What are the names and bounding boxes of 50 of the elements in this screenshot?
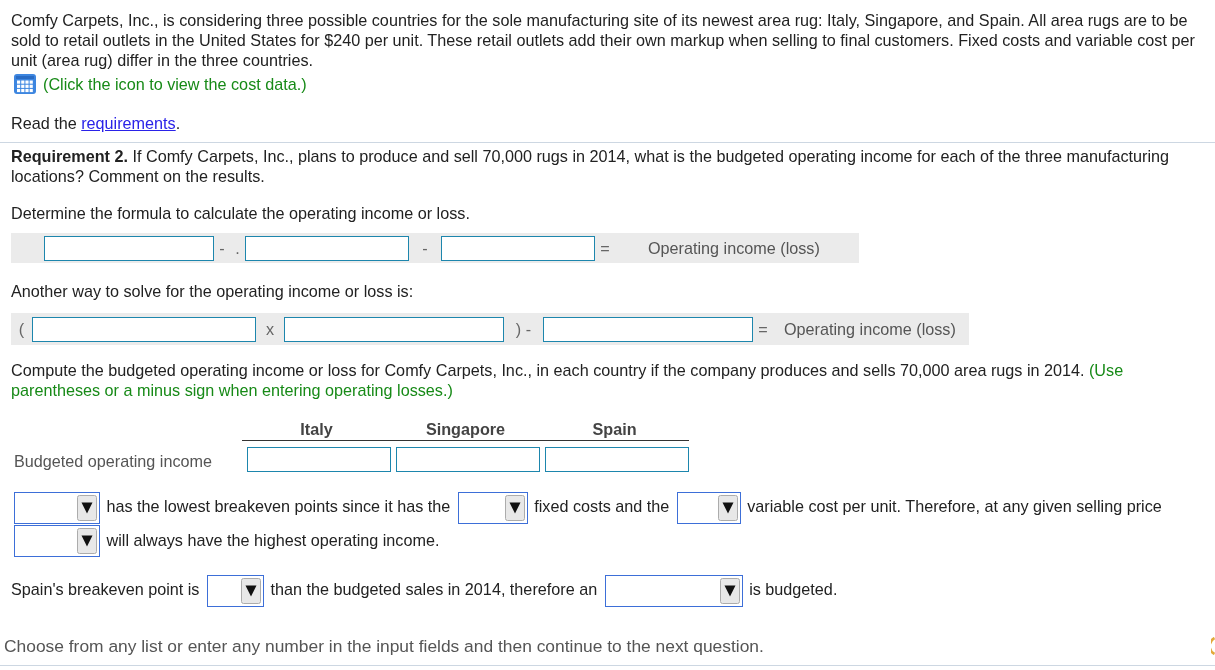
input-field[interactable] (247, 447, 391, 472)
column-header: Singapore (425, 419, 506, 439)
result-label: Operating income (loss) (784, 319, 956, 339)
requirements-link[interactable]: requirements (81, 114, 176, 132)
dropdown[interactable] (676, 491, 741, 524)
compute-instruction: Compute the budgeted operating income or loss for Comfy Carpets, Inc., in each country if the company produces and sells 70,000 area rugs in 2014. (Use parentheses or a minus sign when entering operating losses.) (11, 360, 1125, 400)
dropdown[interactable] (457, 491, 528, 524)
caret-down-icon (77, 528, 97, 555)
table-icon[interactable] (14, 74, 36, 94)
partial-ring-icon (1211, 637, 1215, 656)
operator-symbol: . (234, 238, 241, 258)
caret-down-icon (504, 494, 525, 521)
input-field[interactable] (44, 235, 214, 261)
statement-text: Spain's breakeven point is (11, 580, 200, 599)
statement-text: has the lowest breakeven points since it has the (106, 497, 451, 515)
caret-down-icon (240, 578, 261, 605)
input-field[interactable] (396, 447, 540, 472)
caret-down-icon (77, 494, 97, 521)
operator-symbol: ) - (514, 319, 533, 339)
footer-instruction: Choose from any list or enter any number in the input fields and then continue to the next question. (4, 636, 764, 657)
operator-symbol: - (421, 238, 429, 258)
statement-text: will always have the highest operating income. (106, 530, 440, 549)
input-field[interactable] (32, 316, 256, 342)
statement-text: is budgeted. (749, 580, 838, 599)
input-field[interactable] (543, 316, 753, 342)
operator-symbol: = (599, 238, 611, 258)
row-label: Budgeted operating income (14, 451, 212, 471)
statement-text: variable cost per unit. Therefore, at any given selling price (747, 497, 1162, 515)
formula-instruction: Determine the formula to calculate the operating income or loss. (11, 203, 471, 223)
operator-symbol: - (218, 238, 226, 258)
formula-instruction: Another way to solve for the operating income or loss is: (11, 281, 415, 301)
operator-symbol: ( (17, 319, 26, 339)
dropdown[interactable] (206, 575, 264, 608)
caret-down-icon (719, 578, 740, 605)
input-field[interactable] (245, 235, 409, 261)
requirement-question: Requirement 2. If Comfy Carpets, Inc., plans to produce and sell 70,000 rugs in 2014, what is the budgeted operating income for each of the three manufacturing locations? Comment on the results. (11, 146, 1171, 186)
cost-data-link[interactable]: (Click the icon to view the cost data.) (43, 74, 307, 94)
problem-description: Comfy Carpets, Inc., is considering three possible countries for the sole manufacturing site of its newest area rug: Italy, Singapore, and Spain. All area rugs are to be sold to retail outlets in the United States for $240 per unit. These retail outlets add their own markup when selling to final customers. Fixed costs and variable cost per unit (area rug) differ in the three countries. (11, 10, 1196, 70)
input-field[interactable] (284, 316, 504, 342)
column-header: Spain (592, 419, 637, 439)
input-field[interactable] (545, 447, 689, 472)
result-label: Operating income (loss) (648, 238, 820, 258)
input-field[interactable] (441, 235, 595, 261)
requirements-sentence: Read the requirements. (11, 113, 182, 133)
operator-symbol: = (757, 319, 769, 339)
statement-text: fixed costs and the (534, 497, 670, 515)
column-header: Italy (300, 419, 333, 439)
operator-symbol: x (264, 319, 276, 339)
caret-down-icon (717, 494, 738, 521)
statement-text: than the budgeted sales in 2014, therefore an (270, 580, 598, 599)
